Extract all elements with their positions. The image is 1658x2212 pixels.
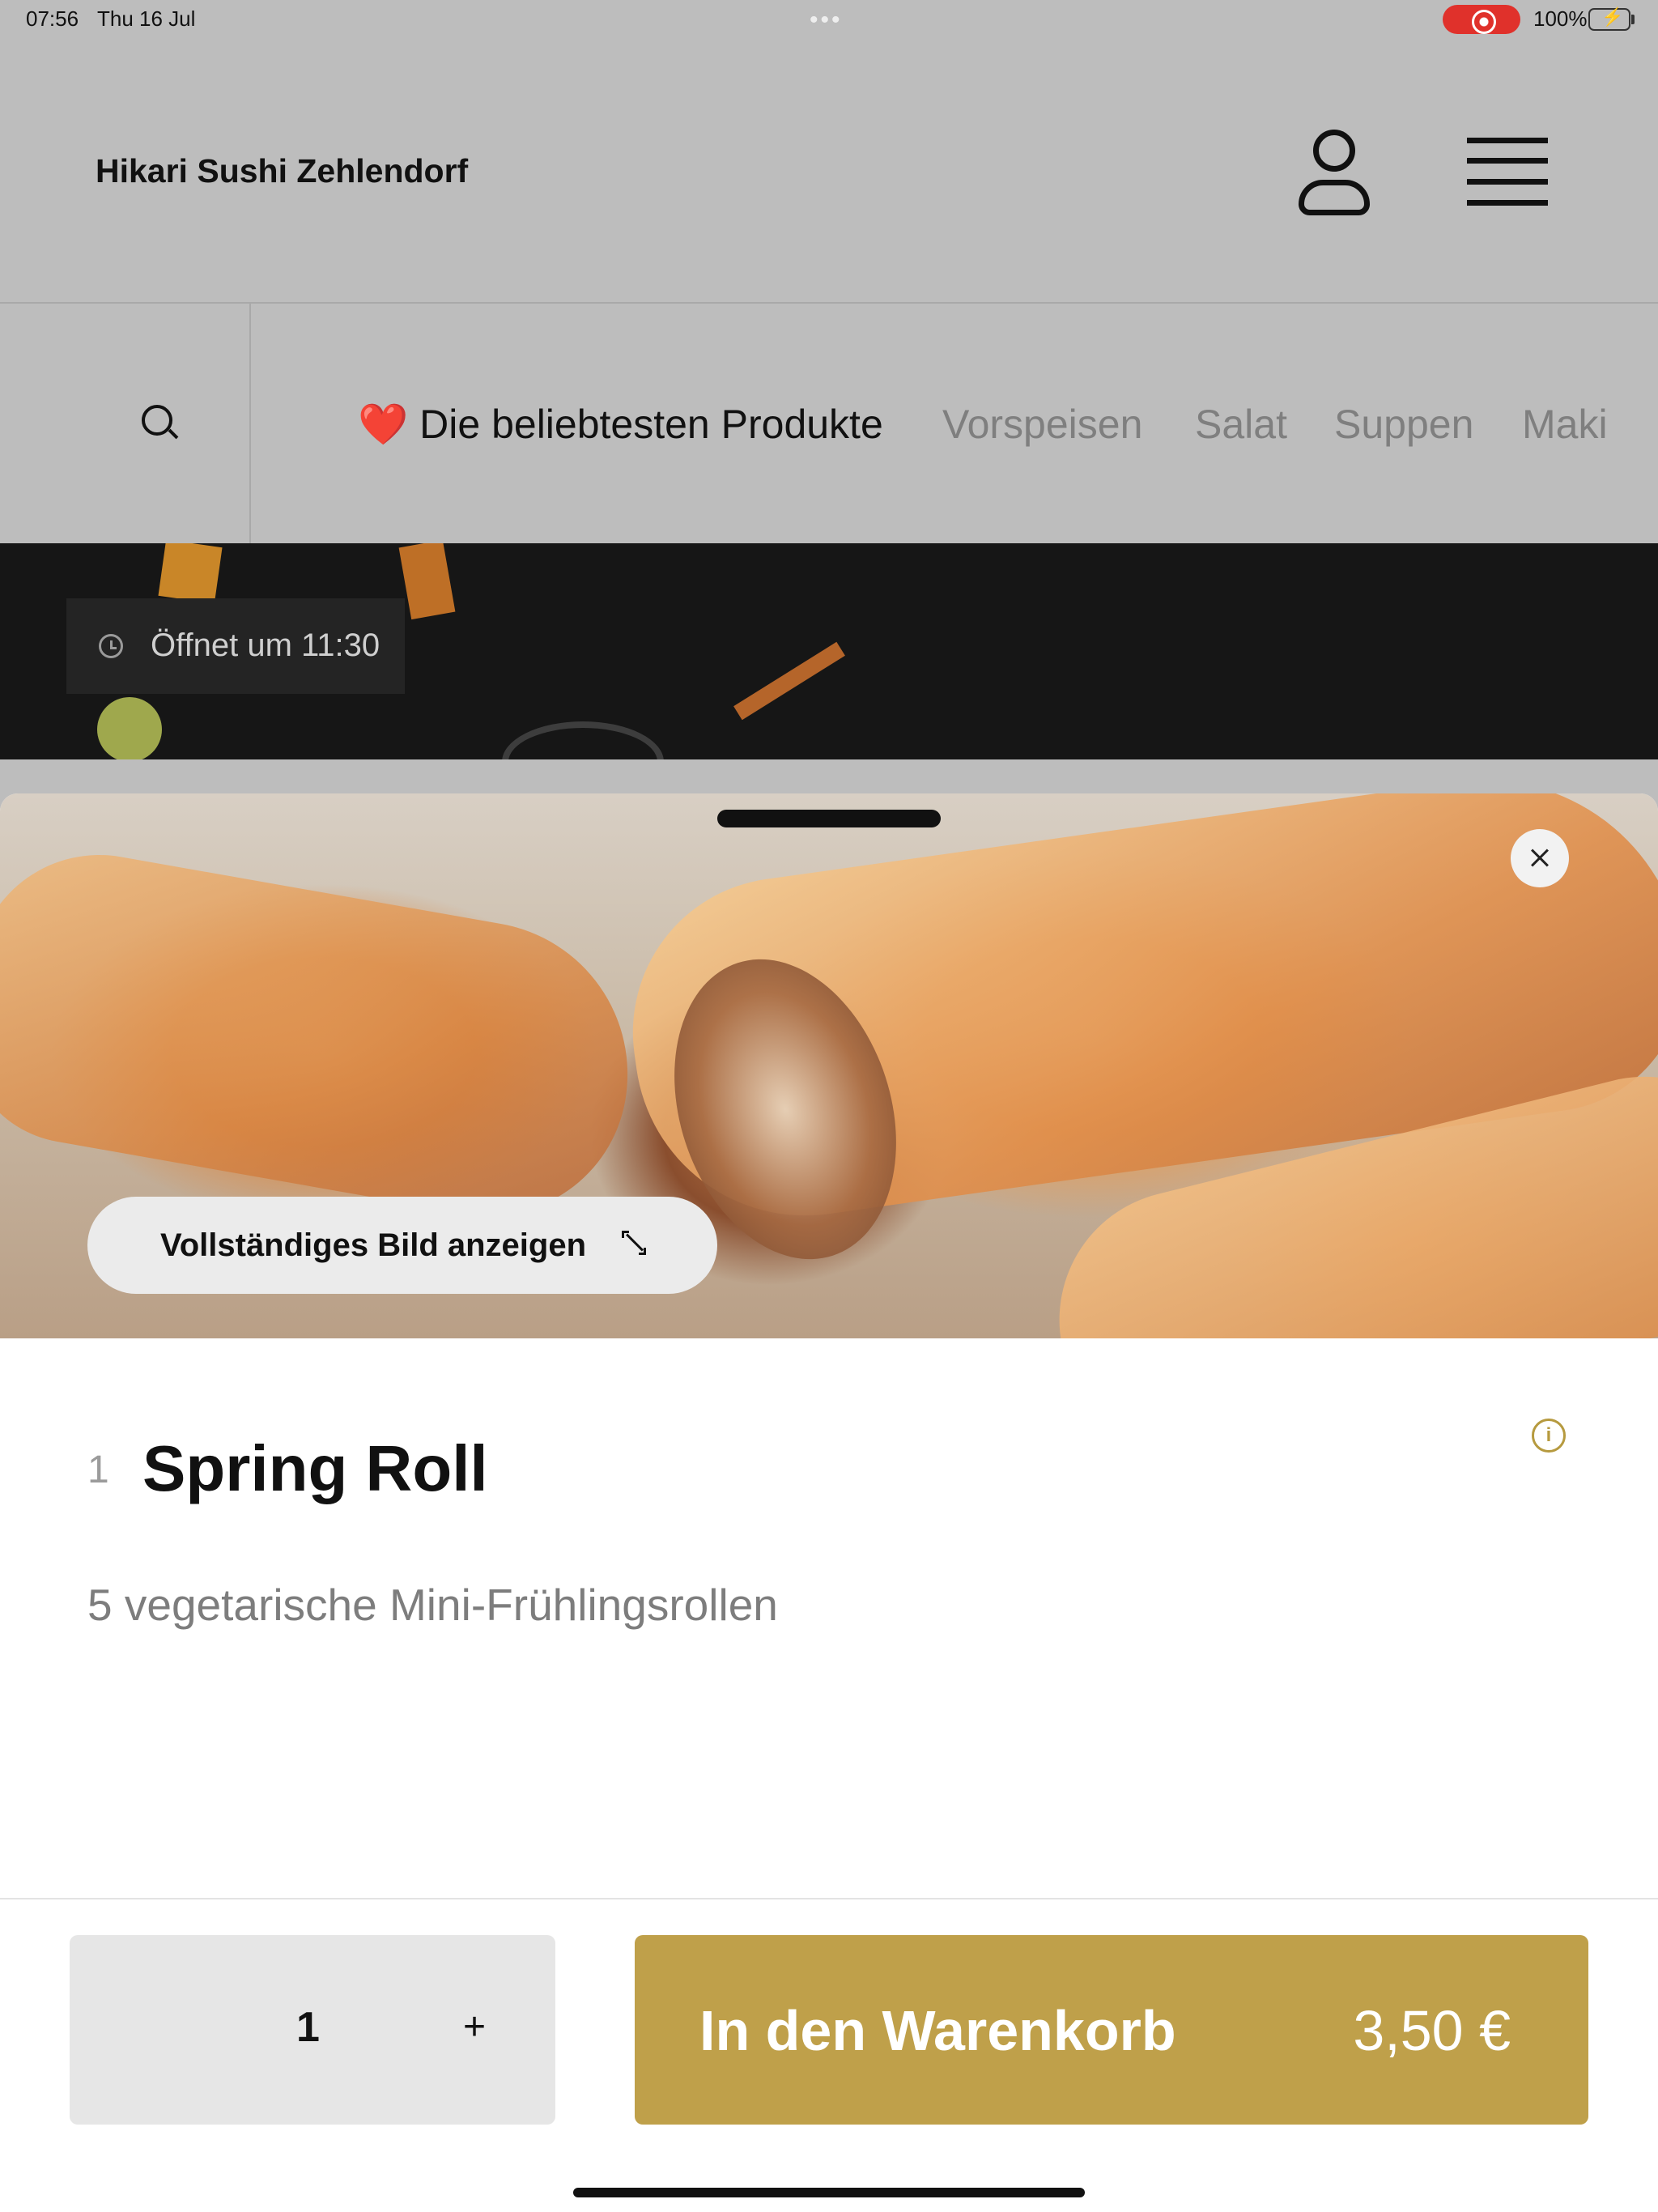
category-tab-vorspeisen[interactable]: Vorspeisen — [942, 401, 1142, 448]
sheet-grabber-handle[interactable] — [717, 810, 941, 827]
show-full-image-button[interactable]: Vollständiges Bild anzeigen — [87, 1197, 717, 1294]
expand-icon — [622, 1231, 646, 1255]
search-cell — [0, 304, 251, 543]
category-tab-salat[interactable]: Salat — [1195, 401, 1287, 448]
user-icon[interactable] — [1292, 123, 1373, 220]
restaurant-name[interactable]: Hikari Sushi Zehlendorf — [96, 152, 468, 190]
product-title: Spring Roll — [142, 1432, 488, 1504]
category-tab-label: Die beliebtesten Produkte — [419, 402, 883, 447]
battery-percent: 100% — [1533, 6, 1588, 31]
home-indicator[interactable] — [573, 2188, 1085, 2197]
hamburger-menu-icon[interactable] — [1467, 138, 1548, 206]
opening-hours-badge: Öffnet um 11:30 — [66, 598, 405, 694]
product-description: 5 vegetarische Mini-Frühlingsrollen — [87, 1580, 778, 1630]
quantity-stepper: 1 + — [70, 1935, 555, 2125]
category-tab-popular[interactable]: ❤️ Die beliebtesten Produkte — [358, 401, 883, 449]
status-time: 07:56 — [26, 6, 79, 31]
price-label: 3,50 € — [1353, 1999, 1511, 2062]
app-header: Hikari Sushi Zehlendorf — [0, 39, 1658, 304]
category-nav: ❤️ Die beliebtesten Produkte Vorspeisen … — [0, 304, 1658, 543]
screen-recording-icon[interactable] — [1443, 5, 1520, 34]
product-image[interactable]: Vollständiges Bild anzeigen — [0, 793, 1658, 1338]
opening-time-text: Öffnet um 11:30 — [151, 627, 380, 663]
clock-icon — [99, 634, 123, 658]
hero-banner: Öffnet um 11:30 — [0, 543, 1658, 759]
close-icon[interactable] — [1511, 829, 1569, 887]
category-tab-suppen[interactable]: Suppen — [1334, 401, 1473, 448]
quantity-value: 1 — [296, 2004, 320, 2051]
add-to-cart-label: In den Warenkorb — [699, 1999, 1176, 2062]
search-icon[interactable] — [142, 405, 179, 440]
show-full-image-label: Vollständiges Bild anzeigen — [160, 1227, 587, 1263]
add-to-cart-bar: 1 + In den Warenkorb 3,50 € — [0, 1898, 1658, 2212]
increase-quantity-button[interactable]: + — [442, 1995, 507, 2060]
heart-icon: ❤️ — [358, 402, 409, 447]
add-to-cart-button[interactable]: In den Warenkorb 3,50 € — [635, 1935, 1588, 2125]
status-bar: 07:56 Thu 16 Jul ••• 100% — [0, 0, 1658, 39]
item-number: 1 — [87, 1448, 109, 1491]
info-icon[interactable]: i — [1532, 1419, 1566, 1453]
battery-icon — [1588, 8, 1630, 31]
category-tab-maki[interactable]: Maki — [1522, 401, 1608, 448]
product-sheet: Vollständiges Bild anzeigen 1 Spring Rol… — [0, 793, 1658, 2212]
status-date: Thu 16 Jul — [97, 6, 196, 31]
multitasking-dots-icon[interactable]: ••• — [810, 6, 843, 34]
